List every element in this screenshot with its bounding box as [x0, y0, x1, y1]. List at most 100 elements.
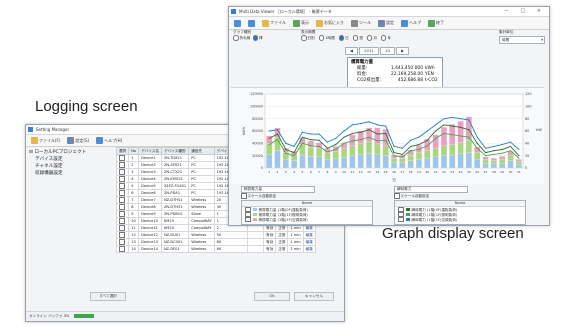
- table-cell: 60: [213, 245, 249, 253]
- file-menu-button[interactable]: ファイル(F): [29, 136, 62, 145]
- series-point: [509, 150, 512, 152]
- series-list-item[interactable]: 積算電力量 (1階(1F)空調負荷): [242, 216, 372, 222]
- settings-button[interactable]: 設定: [376, 19, 396, 28]
- row-checkbox[interactable]: [119, 232, 125, 238]
- bar-segment: [382, 155, 389, 169]
- series-point: [484, 151, 487, 154]
- tree-root[interactable]: ⊟ ローカルPCプロジェクト: [29, 149, 109, 156]
- series-point: [518, 157, 520, 159]
- table-header-cell[interactable]: デバイス種別: [160, 147, 190, 155]
- tree-item-channel[interactable]: チャネル設定: [29, 163, 109, 170]
- folder-icon: [31, 137, 38, 144]
- period-radio[interactable]: 日: [338, 35, 349, 41]
- edit-link[interactable]: 編集: [302, 231, 316, 239]
- next-button[interactable]: ▶: [396, 47, 410, 55]
- x-tick-label: 29: [500, 170, 504, 174]
- help-button[interactable]: ヘルプ: [399, 19, 423, 28]
- window-controls[interactable]: － □ ×: [504, 7, 546, 16]
- edit-link[interactable]: 編集: [302, 238, 316, 246]
- row-checkbox[interactable]: [119, 211, 125, 217]
- settings-menu-button[interactable]: 設定(S): [65, 136, 91, 145]
- series-point: [293, 145, 295, 148]
- left-series-select[interactable]: 積算電力量: [241, 186, 315, 193]
- prev-button[interactable]: ◀: [345, 47, 358, 55]
- bar-segment: [482, 159, 489, 164]
- right-scale-option[interactable]: スケール自動設定: [394, 193, 429, 199]
- series-checkbox[interactable]: [245, 216, 251, 222]
- series-point: [318, 139, 320, 141]
- bar-segment: [499, 162, 506, 169]
- radio-line[interactable]: 折れ線: [233, 35, 250, 41]
- row-checkbox[interactable]: [119, 197, 125, 203]
- row-checkbox[interactable]: [119, 169, 125, 175]
- table-cell: 8: [128, 203, 140, 211]
- bar-segment: [366, 141, 373, 154]
- period-radio[interactable]: 年: [380, 35, 391, 41]
- month-field[interactable]: 10: [380, 47, 395, 55]
- row-checkbox[interactable]: [119, 176, 125, 182]
- app-icon: [231, 9, 236, 14]
- forward-button[interactable]: [246, 19, 257, 28]
- tree-item-device[interactable]: デバイス設定: [29, 156, 109, 163]
- right-scale-check: [394, 193, 400, 199]
- right-series-select[interactable]: 瞬時電力: [394, 186, 468, 193]
- radio-bar[interactable]: 棒: [252, 35, 263, 41]
- bar-segment: [374, 154, 381, 169]
- table-row[interactable]: 13 Device13 NZ-DC001 Wireless 60 有効 正常 1 min 編集: [115, 238, 316, 246]
- exit-button[interactable]: 終了: [426, 19, 446, 28]
- row-checkbox[interactable]: [119, 190, 125, 196]
- table-header-cell[interactable]: 選択: [115, 147, 130, 155]
- series-point: [385, 125, 387, 127]
- file-button[interactable]: ファイル: [260, 19, 288, 28]
- row-checkbox[interactable]: [119, 218, 125, 224]
- table-header-cell[interactable]: デバイス名: [138, 147, 162, 155]
- year-field[interactable]: 2011: [359, 47, 379, 55]
- bar-segment: [440, 155, 447, 169]
- back-button[interactable]: [232, 19, 243, 28]
- edit-link[interactable]: 編集: [302, 245, 316, 253]
- table-cell: 有効: [263, 245, 277, 253]
- row-checkbox[interactable]: [119, 155, 125, 161]
- row-checkbox[interactable]: [119, 162, 125, 168]
- bar-segment: [507, 160, 514, 169]
- series-point: [418, 143, 420, 146]
- period-radio[interactable]: 月: [366, 35, 377, 41]
- series-point: [301, 136, 304, 138]
- series-label: 瞬時電力 (1階(1F)照明負荷): [411, 212, 458, 217]
- row-checkbox[interactable]: [119, 204, 125, 210]
- period-radio[interactable]: 週: [352, 35, 363, 41]
- series-list-item[interactable]: 瞬時電力 (1階(1F)空調負荷): [395, 216, 525, 222]
- table-row[interactable]: 12 Device12 NZ-DU01 Wireless 50 有効 正常 1 min 編集: [115, 231, 316, 239]
- ok-button[interactable]: OK: [254, 292, 290, 301]
- row-checkbox[interactable]: [119, 183, 125, 189]
- project-tree: ⊟ ローカルPCプロジェクト デバイス設定 チャネル設定 収録機器設定: [29, 149, 109, 177]
- left-scale-option[interactable]: スケール自動設定: [241, 193, 276, 199]
- app-icon: [28, 127, 33, 132]
- table-header-cell[interactable]: 通信先: [188, 147, 215, 155]
- tool-button[interactable]: ツール: [349, 19, 373, 28]
- scale-dropdown[interactable]: 時間 ▾: [499, 36, 545, 44]
- series-point: [393, 151, 395, 154]
- help-menu-button[interactable]: ヘルプ(H): [94, 136, 124, 145]
- bar-segment: [316, 156, 323, 169]
- series-checkbox[interactable]: [398, 216, 404, 222]
- view-button[interactable]: 表示: [291, 19, 311, 28]
- row-checkbox[interactable]: [119, 225, 125, 231]
- series-point: [335, 137, 337, 139]
- bar-segment: [432, 148, 439, 157]
- left-series-panel: 積算電力量 スケール自動設定 Name 積算電力量 (1階(0F)運転負荷) 積算…: [241, 186, 391, 225]
- row-checkbox[interactable]: [119, 239, 125, 245]
- x-tick-label: 4: [293, 170, 295, 174]
- select-all-button[interactable]: すべて選択: [90, 292, 126, 301]
- tree-item-logger[interactable]: 収録機器設定: [29, 170, 109, 177]
- period-radio[interactable]: 1時間: [318, 35, 335, 41]
- row-checkbox[interactable]: [119, 246, 125, 252]
- series-point: [518, 148, 520, 151]
- table-row[interactable]: 14 Device14 NZ-DF01 Wireless 60 有効 正常 1 min 編集: [115, 245, 316, 253]
- series-point: [459, 118, 462, 120]
- cancel-button[interactable]: キャンセル: [294, 292, 334, 301]
- period-radio[interactable]: 日別: [301, 35, 315, 41]
- series-point: [310, 145, 312, 147]
- table-header-cell[interactable]: No: [128, 147, 140, 155]
- favorite-button[interactable]: お気に入り: [314, 19, 346, 28]
